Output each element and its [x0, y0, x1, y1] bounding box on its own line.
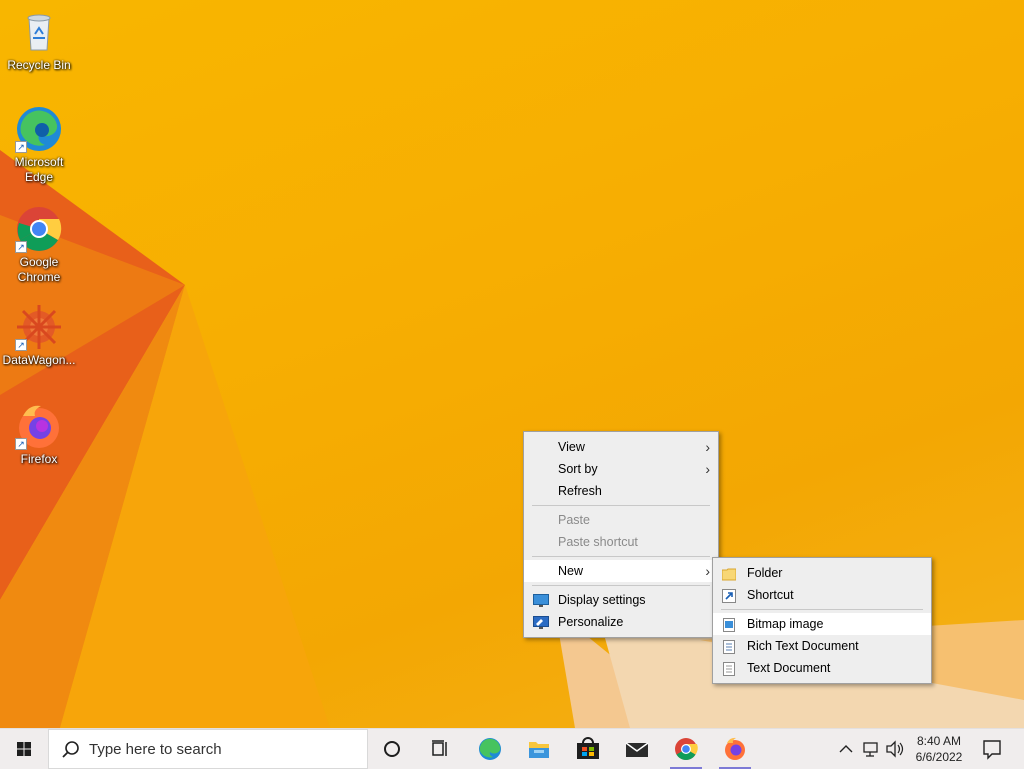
- desktop-icon-label: Firefox: [20, 452, 58, 466]
- bitmap-icon: [722, 617, 736, 632]
- display-icon: [533, 593, 549, 607]
- shortcut-arrow-icon: ↗: [15, 141, 27, 153]
- menu-item-label: Paste shortcut: [558, 535, 638, 549]
- volume-button[interactable]: [884, 729, 906, 769]
- menu-item-paste[interactable]: Paste: [524, 509, 718, 531]
- submenu-item-bitmap-image[interactable]: Bitmap image: [713, 613, 931, 635]
- menu-item-label: Folder: [747, 566, 783, 580]
- menu-item-label: New: [558, 564, 584, 578]
- submenu-item-shortcut[interactable]: Shortcut: [713, 584, 931, 606]
- new-submenu: Folder Shortcut Bitmap image Rich Text D…: [712, 557, 932, 684]
- menu-separator: [532, 505, 710, 506]
- clock-time: 8:40 AM: [916, 734, 962, 748]
- firefox-icon: [725, 737, 745, 760]
- desktop-icon-label: Microsoft Edge: [14, 155, 64, 184]
- edge-icon: [479, 738, 501, 760]
- menu-item-label: Text Document: [747, 661, 831, 675]
- search-placeholder: Type here to search: [89, 741, 222, 758]
- notification-icon: [983, 740, 1001, 760]
- taskbar-chrome-button[interactable]: [662, 729, 710, 769]
- desktop-context-menu: View › Sort by › Refresh Paste Paste sho…: [523, 431, 719, 638]
- desktop-icon-firefox[interactable]: ↗ Firefox: [2, 402, 76, 467]
- shortcut-arrow-icon: ↗: [15, 438, 27, 450]
- rich-text-icon: [722, 639, 736, 654]
- folder-icon: [721, 566, 737, 581]
- menu-item-label: View: [558, 440, 585, 454]
- menu-item-label: Shortcut: [747, 588, 794, 602]
- search-icon: [62, 741, 79, 758]
- menu-item-refresh[interactable]: Refresh: [524, 480, 718, 502]
- menu-item-personalize[interactable]: Personalize: [524, 611, 718, 633]
- taskbar-store-button[interactable]: [564, 729, 612, 769]
- taskbar-mail-button[interactable]: [613, 729, 661, 769]
- windows-logo-icon: [17, 742, 31, 756]
- taskbar-edge-button[interactable]: [466, 729, 514, 769]
- desktop-icon-chrome[interactable]: ↗ Google Chrome: [2, 205, 76, 285]
- desktop-icon-label: DataWagon...: [2, 353, 76, 367]
- volume-icon: [886, 740, 904, 758]
- taskbar-search-box[interactable]: Type here to search: [48, 729, 368, 769]
- menu-item-label: Display settings: [558, 593, 646, 607]
- chevron-up-icon: [839, 745, 853, 753]
- menu-item-display-settings[interactable]: Display settings: [524, 589, 718, 611]
- taskbar-firefox-button[interactable]: [711, 729, 759, 769]
- desktop-icon-edge[interactable]: ↗ Microsoft Edge: [2, 105, 76, 185]
- chrome-icon: [675, 738, 698, 760]
- edge-icon: ↗: [15, 105, 63, 153]
- menu-item-paste-shortcut[interactable]: Paste shortcut: [524, 531, 718, 553]
- firefox-icon: ↗: [15, 402, 63, 450]
- show-hidden-icons-button[interactable]: [836, 729, 856, 769]
- taskbar: Type here to search 8:40 AM 6/6/2022: [0, 728, 1024, 769]
- network-icon: [863, 742, 878, 757]
- menu-separator: [532, 556, 710, 557]
- cortana-icon: [384, 741, 400, 757]
- chevron-right-icon: ›: [705, 563, 710, 579]
- shortcut-arrow-icon: ↗: [15, 241, 27, 253]
- menu-item-sort-by[interactable]: Sort by ›: [524, 458, 718, 480]
- desktop-icon-label: Google Chrome: [17, 255, 61, 284]
- menu-item-label: Rich Text Document: [747, 639, 859, 653]
- datawagon-icon: ↗: [15, 303, 63, 351]
- store-icon: [577, 737, 599, 759]
- personalize-icon: [533, 615, 549, 629]
- network-button[interactable]: [860, 729, 882, 769]
- menu-item-new[interactable]: New ›: [524, 560, 718, 582]
- start-button[interactable]: [0, 729, 48, 769]
- clock-date: 6/6/2022: [915, 750, 963, 764]
- desktop-icon-label: Recycle Bin: [7, 58, 71, 72]
- chevron-right-icon: ›: [705, 439, 710, 455]
- menu-item-label: Personalize: [558, 615, 624, 629]
- mail-icon: [625, 742, 649, 757]
- menu-item-label: Refresh: [558, 484, 602, 498]
- menu-item-label: Paste: [558, 513, 590, 527]
- action-center-button[interactable]: [978, 729, 1006, 769]
- task-view-button[interactable]: [416, 729, 464, 769]
- shortcut-icon: [722, 588, 736, 603]
- taskbar-clock[interactable]: 8:40 AM 6/6/2022: [905, 733, 973, 765]
- text-document-icon: [722, 661, 736, 676]
- submenu-item-text-document[interactable]: Text Document: [713, 657, 931, 679]
- task-view-icon: [432, 740, 447, 756]
- cortana-button[interactable]: [368, 729, 416, 769]
- taskbar-file-explorer-button[interactable]: [515, 729, 563, 769]
- submenu-item-folder[interactable]: Folder: [713, 562, 931, 584]
- recycle-bin-icon: [15, 8, 63, 56]
- file-explorer-icon: [529, 742, 549, 758]
- desktop-icon-recycle-bin[interactable]: Recycle Bin: [2, 8, 76, 73]
- menu-item-view[interactable]: View ›: [524, 436, 718, 458]
- menu-separator: [532, 585, 710, 586]
- chevron-right-icon: ›: [705, 461, 710, 477]
- menu-item-label: Bitmap image: [747, 617, 824, 631]
- shortcut-arrow-icon: ↗: [15, 339, 27, 351]
- menu-item-label: Sort by: [558, 462, 598, 476]
- menu-separator: [721, 609, 923, 610]
- chrome-icon: ↗: [15, 205, 63, 253]
- submenu-item-rich-text-document[interactable]: Rich Text Document: [713, 635, 931, 657]
- desktop-icon-datawagon[interactable]: ↗ DataWagon...: [2, 303, 76, 368]
